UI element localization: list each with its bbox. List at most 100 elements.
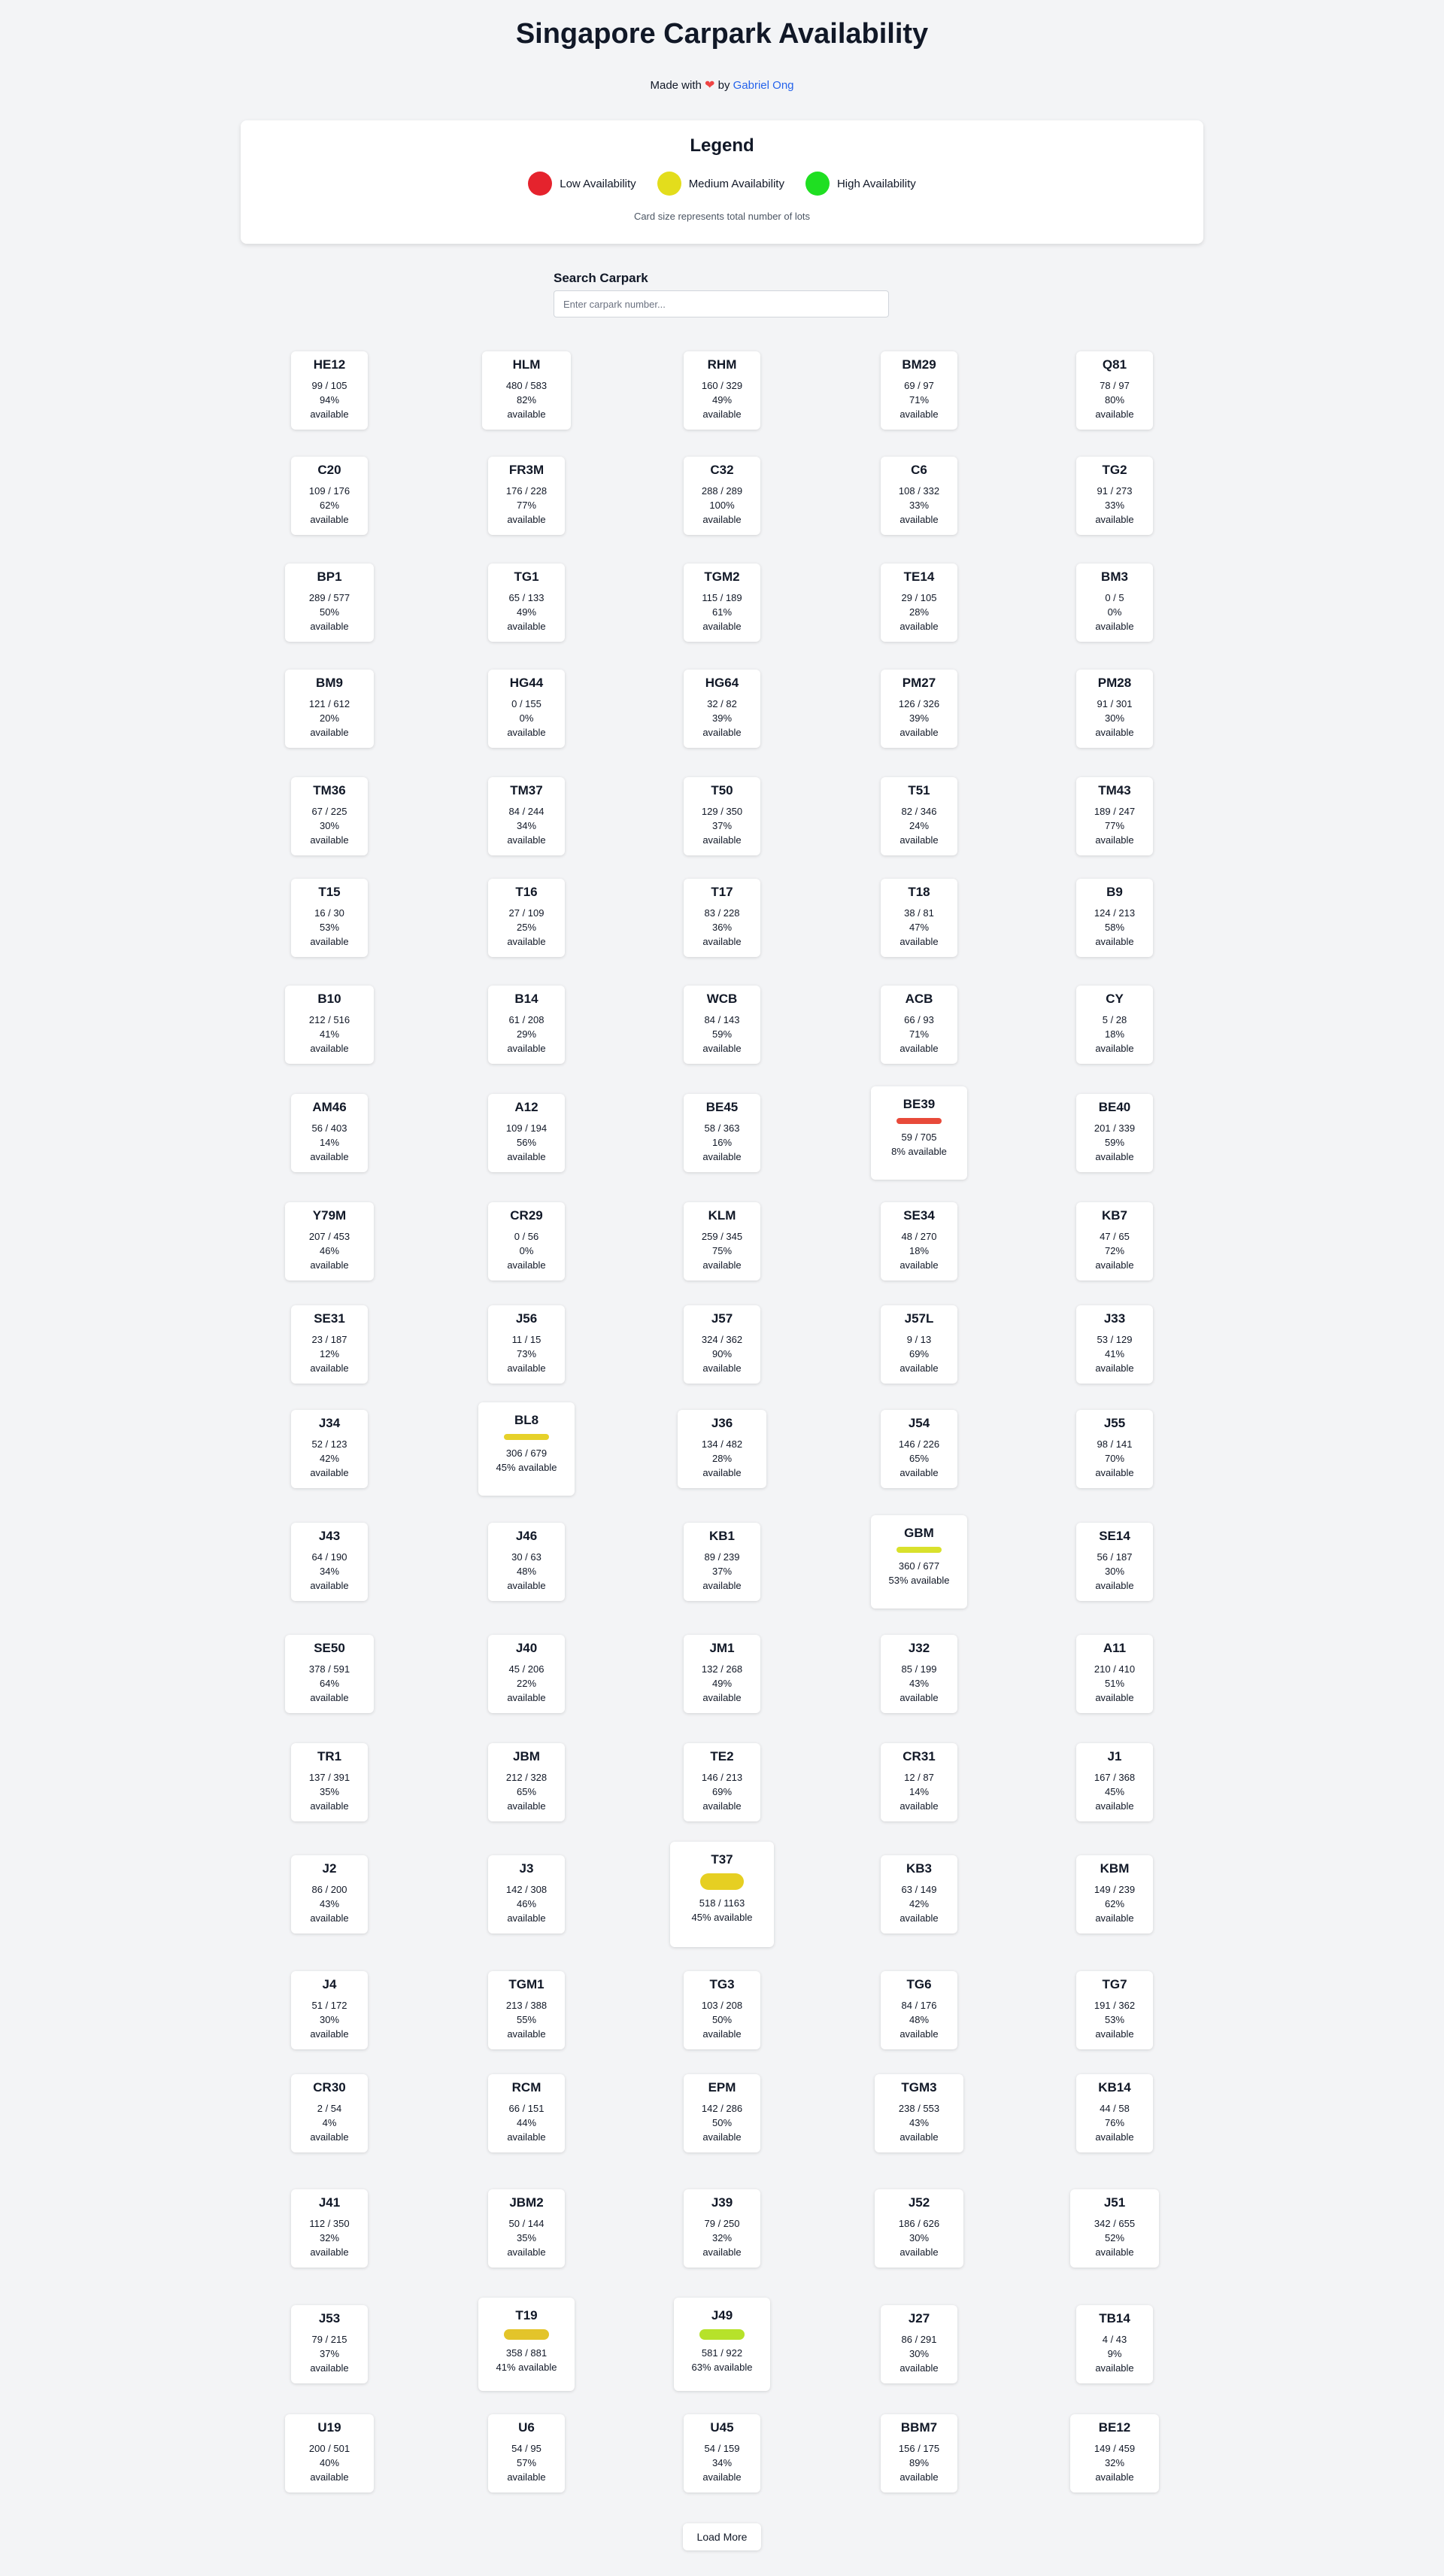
carpark-card[interactable]: CR29 0 / 56 0% available — [488, 1202, 565, 1280]
carpark-card[interactable]: U45 54 / 159 34% available — [684, 2414, 760, 2492]
carpark-card[interactable]: BM9 121 / 612 20% available — [285, 670, 374, 748]
carpark-card[interactable]: J32 85 / 199 43% available — [881, 1635, 957, 1713]
carpark-card[interactable]: J1 167 / 368 45% available — [1076, 1743, 1153, 1821]
carpark-card[interactable]: GBM 360 / 677 53% available — [871, 1515, 967, 1608]
carpark-card[interactable]: J40 45 / 206 22% available — [488, 1635, 565, 1713]
carpark-card[interactable]: J34 52 / 123 42% available — [291, 1410, 368, 1488]
carpark-card[interactable]: J43 64 / 190 34% available — [291, 1523, 368, 1601]
carpark-card[interactable]: T17 83 / 228 36% available — [684, 879, 760, 957]
carpark-card[interactable]: J51 342 / 655 52% available — [1070, 2189, 1159, 2268]
carpark-card[interactable]: SE31 23 / 187 12% available — [291, 1305, 368, 1384]
carpark-card[interactable]: B14 61 / 208 29% available — [488, 986, 565, 1064]
carpark-card[interactable]: TG2 91 / 273 33% available — [1076, 456, 1153, 535]
carpark-card[interactable]: TR1 137 / 391 35% available — [291, 1743, 368, 1821]
carpark-card[interactable]: J57L 9 / 13 69% available — [881, 1305, 957, 1384]
carpark-card[interactable]: RHM 160 / 329 49% available — [684, 351, 760, 430]
carpark-card[interactable]: SE14 56 / 187 30% available — [1076, 1523, 1153, 1601]
carpark-card[interactable]: JBM 212 / 328 65% available — [488, 1743, 565, 1821]
carpark-card[interactable]: HLM 480 / 583 82% available — [482, 351, 571, 430]
carpark-card[interactable]: HG64 32 / 82 39% available — [684, 670, 760, 748]
carpark-card[interactable]: T15 16 / 30 53% available — [291, 879, 368, 957]
carpark-card[interactable]: J52 186 / 626 30% available — [875, 2189, 963, 2268]
load-more-button[interactable]: Load More — [683, 2523, 761, 2550]
carpark-card[interactable]: Y79M 207 / 453 46% available — [285, 1202, 374, 1280]
carpark-card[interactable]: J56 11 / 15 73% available — [488, 1305, 565, 1384]
carpark-card[interactable]: BBM7 156 / 175 89% available — [881, 2414, 957, 2492]
carpark-card[interactable]: BM29 69 / 97 71% available — [881, 351, 957, 430]
carpark-card[interactable]: B9 124 / 213 58% available — [1076, 879, 1153, 957]
carpark-card[interactable]: C32 288 / 289 100% available — [684, 456, 760, 535]
carpark-card[interactable]: TB14 4 / 43 9% available — [1076, 2305, 1153, 2383]
carpark-card[interactable]: T51 82 / 346 24% available — [881, 777, 957, 855]
carpark-card[interactable]: HE12 99 / 105 94% available — [291, 351, 368, 430]
carpark-card[interactable]: J4 51 / 172 30% available — [291, 1971, 368, 2049]
carpark-card[interactable]: U19 200 / 501 40% available — [285, 2414, 374, 2492]
carpark-card[interactable]: BE45 58 / 363 16% available — [684, 1094, 760, 1172]
carpark-card[interactable]: J53 79 / 215 37% available — [291, 2305, 368, 2383]
carpark-card[interactable]: J2 86 / 200 43% available — [291, 1855, 368, 1934]
carpark-card[interactable]: JM1 132 / 268 49% available — [684, 1635, 760, 1713]
carpark-card[interactable]: JBM2 50 / 144 35% available — [488, 2189, 565, 2268]
carpark-card[interactable]: T50 129 / 350 37% available — [684, 777, 760, 855]
carpark-card[interactable]: KB7 47 / 65 72% available — [1076, 1202, 1153, 1280]
carpark-card[interactable]: TG1 65 / 133 49% available — [488, 564, 565, 642]
carpark-card[interactable]: T16 27 / 109 25% available — [488, 879, 565, 957]
carpark-card[interactable]: KLM 259 / 345 75% available — [684, 1202, 760, 1280]
carpark-card[interactable]: TGM1 213 / 388 55% available — [488, 1971, 565, 2049]
carpark-card[interactable]: A12 109 / 194 56% available — [488, 1094, 565, 1172]
carpark-card[interactable]: TE14 29 / 105 28% available — [881, 564, 957, 642]
carpark-card[interactable]: KB3 63 / 149 42% available — [881, 1855, 957, 1934]
carpark-card[interactable]: TGM3 238 / 553 43% available — [875, 2074, 963, 2152]
carpark-card[interactable]: PM28 91 / 301 30% available — [1076, 670, 1153, 748]
carpark-card[interactable]: BE39 59 / 705 8% available — [871, 1086, 967, 1180]
carpark-card[interactable]: TM43 189 / 247 77% available — [1076, 777, 1153, 855]
carpark-card[interactable]: CY 5 / 28 18% available — [1076, 986, 1153, 1064]
carpark-card[interactable]: EPM 142 / 286 50% available — [684, 2074, 760, 2152]
carpark-card[interactable]: J27 86 / 291 30% available — [881, 2305, 957, 2383]
carpark-card[interactable]: J36 134 / 482 28% available — [678, 1410, 766, 1488]
carpark-card[interactable]: B10 212 / 516 41% available — [285, 986, 374, 1064]
author-link[interactable]: Gabriel Ong — [733, 79, 794, 92]
carpark-card[interactable]: SE34 48 / 270 18% available — [881, 1202, 957, 1280]
carpark-card[interactable]: FR3M 176 / 228 77% available — [488, 456, 565, 535]
carpark-card[interactable]: BE12 149 / 459 32% available — [1070, 2414, 1159, 2492]
carpark-card[interactable]: J55 98 / 141 70% available — [1076, 1410, 1153, 1488]
carpark-card[interactable]: BE40 201 / 339 59% available — [1076, 1094, 1153, 1172]
carpark-card[interactable]: U6 54 / 95 57% available — [488, 2414, 565, 2492]
carpark-card[interactable]: BP1 289 / 577 50% available — [285, 564, 374, 642]
carpark-card[interactable]: PM27 126 / 326 39% available — [881, 670, 957, 748]
carpark-card[interactable]: T19 358 / 881 41% available — [478, 2298, 575, 2391]
carpark-card[interactable]: AM46 56 / 403 14% available — [291, 1094, 368, 1172]
carpark-card[interactable]: J33 53 / 129 41% available — [1076, 1305, 1153, 1384]
carpark-card[interactable]: J39 79 / 250 32% available — [684, 2189, 760, 2268]
carpark-card[interactable]: J3 142 / 308 46% available — [488, 1855, 565, 1934]
carpark-card[interactable]: TGM2 115 / 189 61% available — [684, 564, 760, 642]
carpark-card[interactable]: A11 210 / 410 51% available — [1076, 1635, 1153, 1713]
carpark-card[interactable]: CR31 12 / 87 14% available — [881, 1743, 957, 1821]
carpark-card[interactable]: J49 581 / 922 63% available — [674, 2298, 770, 2391]
carpark-card[interactable]: T18 38 / 81 47% available — [881, 879, 957, 957]
carpark-card[interactable]: TE2 146 / 213 69% available — [684, 1743, 760, 1821]
carpark-card[interactable]: J41 112 / 350 32% available — [291, 2189, 368, 2268]
carpark-card[interactable]: T37 518 / 1163 45% available — [670, 1842, 774, 1947]
carpark-card[interactable]: WCB 84 / 143 59% available — [684, 986, 760, 1064]
carpark-card[interactable]: J54 146 / 226 65% available — [881, 1410, 957, 1488]
carpark-card[interactable]: C6 108 / 332 33% available — [881, 456, 957, 535]
carpark-card[interactable]: KB14 44 / 58 76% available — [1076, 2074, 1153, 2152]
carpark-card[interactable]: J57 324 / 362 90% available — [684, 1305, 760, 1384]
carpark-card[interactable]: J46 30 / 63 48% available — [488, 1523, 565, 1601]
search-input[interactable] — [554, 290, 889, 317]
carpark-card[interactable]: CR30 2 / 54 4% available — [291, 2074, 368, 2152]
carpark-card[interactable]: HG44 0 / 155 0% available — [488, 670, 565, 748]
carpark-card[interactable]: SE50 378 / 591 64% available — [285, 1635, 374, 1713]
carpark-card[interactable]: BL8 306 / 679 45% available — [478, 1402, 575, 1496]
carpark-card[interactable]: ACB 66 / 93 71% available — [881, 986, 957, 1064]
carpark-card[interactable]: TG7 191 / 362 53% available — [1076, 1971, 1153, 2049]
carpark-card[interactable]: C20 109 / 176 62% available — [291, 456, 368, 535]
carpark-card[interactable]: Q81 78 / 97 80% available — [1076, 351, 1153, 430]
carpark-card[interactable]: KB1 89 / 239 37% available — [684, 1523, 760, 1601]
carpark-card[interactable]: RCM 66 / 151 44% available — [488, 2074, 565, 2152]
carpark-card[interactable]: TM37 84 / 244 34% available — [488, 777, 565, 855]
carpark-card[interactable]: TG3 103 / 208 50% available — [684, 1971, 760, 2049]
carpark-card[interactable]: BM3 0 / 5 0% available — [1076, 564, 1153, 642]
